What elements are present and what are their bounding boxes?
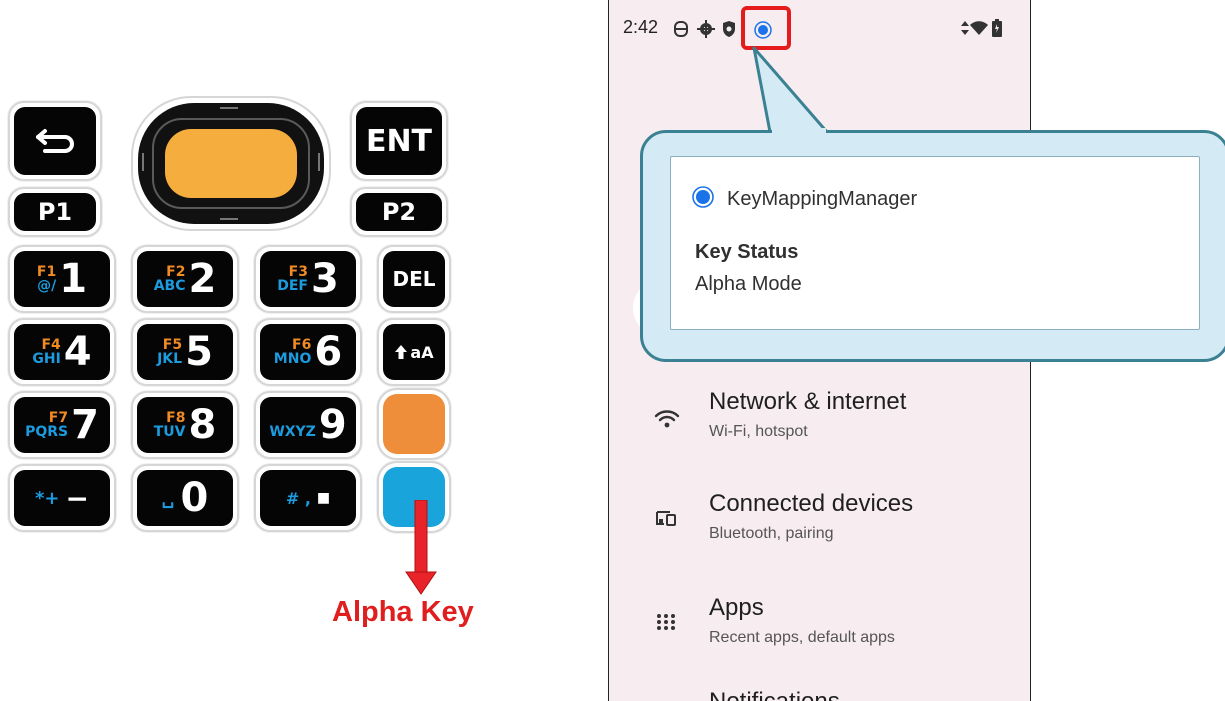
key-space-symbol: ␣ bbox=[161, 487, 175, 509]
key-0-number: 0 bbox=[180, 475, 209, 521]
p2-key[interactable]: P2 bbox=[350, 187, 448, 237]
key-3-number: 3 bbox=[310, 256, 339, 302]
key-5-letters: JKL bbox=[157, 351, 183, 367]
key-5[interactable]: F5 JKL 5 bbox=[131, 318, 239, 386]
del-label: DEL bbox=[392, 267, 436, 291]
wifi-icon bbox=[654, 410, 680, 428]
key-0[interactable]: ␣ 0 bbox=[131, 464, 239, 532]
key-8-number: 8 bbox=[188, 402, 217, 448]
settings-gear-icon bbox=[697, 20, 715, 38]
key-square-label: ■ bbox=[316, 490, 331, 506]
key-6-fn: F6 bbox=[292, 337, 312, 353]
settings-item-network-title: Network & internet bbox=[709, 388, 907, 415]
key-3-fn: F3 bbox=[288, 264, 308, 280]
key-7-number: 7 bbox=[71, 402, 99, 448]
ent-key[interactable]: ENT bbox=[350, 101, 448, 181]
notification-app-name: KeyMappingManager bbox=[727, 188, 918, 210]
key-mapping-app-icon bbox=[692, 186, 714, 208]
key-2-number: 2 bbox=[188, 256, 217, 302]
back-key[interactable] bbox=[8, 101, 102, 181]
p1-key[interactable]: P1 bbox=[8, 187, 102, 237]
callout-pointer-join bbox=[772, 128, 826, 136]
key-1[interactable]: F1 @/ 1 bbox=[8, 245, 116, 313]
key-2-letters: ABC bbox=[153, 278, 186, 294]
key-1-number: 1 bbox=[59, 256, 88, 302]
key-5-fn: F5 bbox=[162, 337, 183, 353]
del-key[interactable]: DEL bbox=[377, 245, 451, 313]
key-6[interactable]: F6 MNO 6 bbox=[254, 318, 362, 386]
key-9[interactable]: WXYZ 9 bbox=[254, 391, 362, 459]
scan-key-center bbox=[165, 129, 297, 198]
key-minus-label: − bbox=[65, 481, 89, 515]
key-3-letters: DEF bbox=[277, 278, 308, 294]
callout-pointer bbox=[752, 46, 829, 134]
key-4-fn: F4 bbox=[41, 337, 61, 353]
key-9-number: 9 bbox=[318, 402, 347, 448]
key-5-number: 5 bbox=[185, 329, 213, 375]
key-4-letters: GHI bbox=[32, 351, 61, 367]
shift-key[interactable]: aA bbox=[377, 318, 451, 386]
key-4-number: 4 bbox=[63, 329, 92, 375]
key-7-fn: F7 bbox=[48, 410, 69, 426]
settings-item-connected-subtitle: Bluetooth, pairing bbox=[709, 525, 834, 542]
apps-icon bbox=[657, 614, 675, 630]
key-1-letters: @/ bbox=[37, 278, 57, 294]
shift-arrow-icon bbox=[395, 345, 408, 359]
key-8-letters: TUV bbox=[153, 424, 186, 440]
shift-label: aA bbox=[410, 342, 434, 362]
settings-item-apps[interactable]: Apps Recent apps, default apps bbox=[609, 582, 1030, 662]
alpha-key-label: Alpha Key bbox=[332, 596, 474, 628]
settings-item-apps-title: Apps bbox=[709, 594, 764, 621]
settings-item-connected-devices[interactable]: Connected devices Bluetooth, pairing bbox=[609, 478, 1030, 558]
p1-label: P1 bbox=[37, 198, 73, 226]
key-8[interactable]: F8 TUV 8 bbox=[131, 391, 239, 459]
scan-key[interactable] bbox=[131, 96, 331, 231]
key-7-letters: PQRS bbox=[25, 424, 69, 440]
key-4[interactable]: F4 GHI 4 bbox=[8, 318, 116, 386]
alpha-key-arrow bbox=[404, 499, 438, 596]
back-arrow-icon bbox=[36, 129, 74, 153]
key-8-fn: F8 bbox=[166, 410, 186, 426]
wifi-status-icon bbox=[970, 21, 988, 35]
battery-status-icon bbox=[992, 19, 1002, 37]
notification-text: Alpha Mode bbox=[695, 273, 802, 295]
ent-label: ENT bbox=[365, 123, 433, 159]
key-hash-comma[interactable]: # , ■ bbox=[254, 464, 362, 532]
key-7[interactable]: F7 PQRS 7 bbox=[8, 391, 116, 459]
connected-devices-icon bbox=[656, 511, 676, 526]
key-star-plus-minus[interactable]: *+ − bbox=[8, 464, 116, 532]
settings-item-apps-subtitle: Recent apps, default apps bbox=[709, 629, 895, 646]
shield-status-icon bbox=[723, 21, 735, 37]
settings-item-network-subtitle: Wi-Fi, hotspot bbox=[709, 423, 808, 440]
data-arrows-icon bbox=[961, 21, 969, 35]
key-3[interactable]: F3 DEF 3 bbox=[254, 245, 362, 313]
settings-item-connected-title: Connected devices bbox=[709, 490, 914, 517]
key-6-number: 6 bbox=[314, 329, 343, 375]
key-star-plus-symbols: *+ bbox=[35, 487, 60, 509]
key-2-fn: F2 bbox=[166, 264, 186, 280]
key-6-letters: MNO bbox=[273, 351, 312, 367]
key-2[interactable]: F2 ABC 2 bbox=[131, 245, 239, 313]
notification-title: Key Status bbox=[695, 241, 799, 263]
settings-item-network[interactable]: Network & internet Wi-Fi, hotspot bbox=[609, 376, 1030, 456]
p2-label: P2 bbox=[381, 198, 417, 226]
settings-item-notifications[interactable]: Notifications bbox=[609, 682, 1030, 701]
key-hash-symbols: # , bbox=[285, 488, 311, 508]
key-1-fn: F1 bbox=[36, 264, 57, 280]
key-9-letters: WXYZ bbox=[269, 424, 316, 440]
keyboard-status-icon bbox=[674, 21, 688, 37]
settings-item-notifications-title: Notifications bbox=[709, 688, 840, 701]
status-time: 2:42 bbox=[623, 17, 659, 37]
notification-card[interactable]: KeyMappingManager Key Status Alpha Mode bbox=[670, 156, 1200, 330]
orange-function-key[interactable] bbox=[377, 388, 451, 460]
